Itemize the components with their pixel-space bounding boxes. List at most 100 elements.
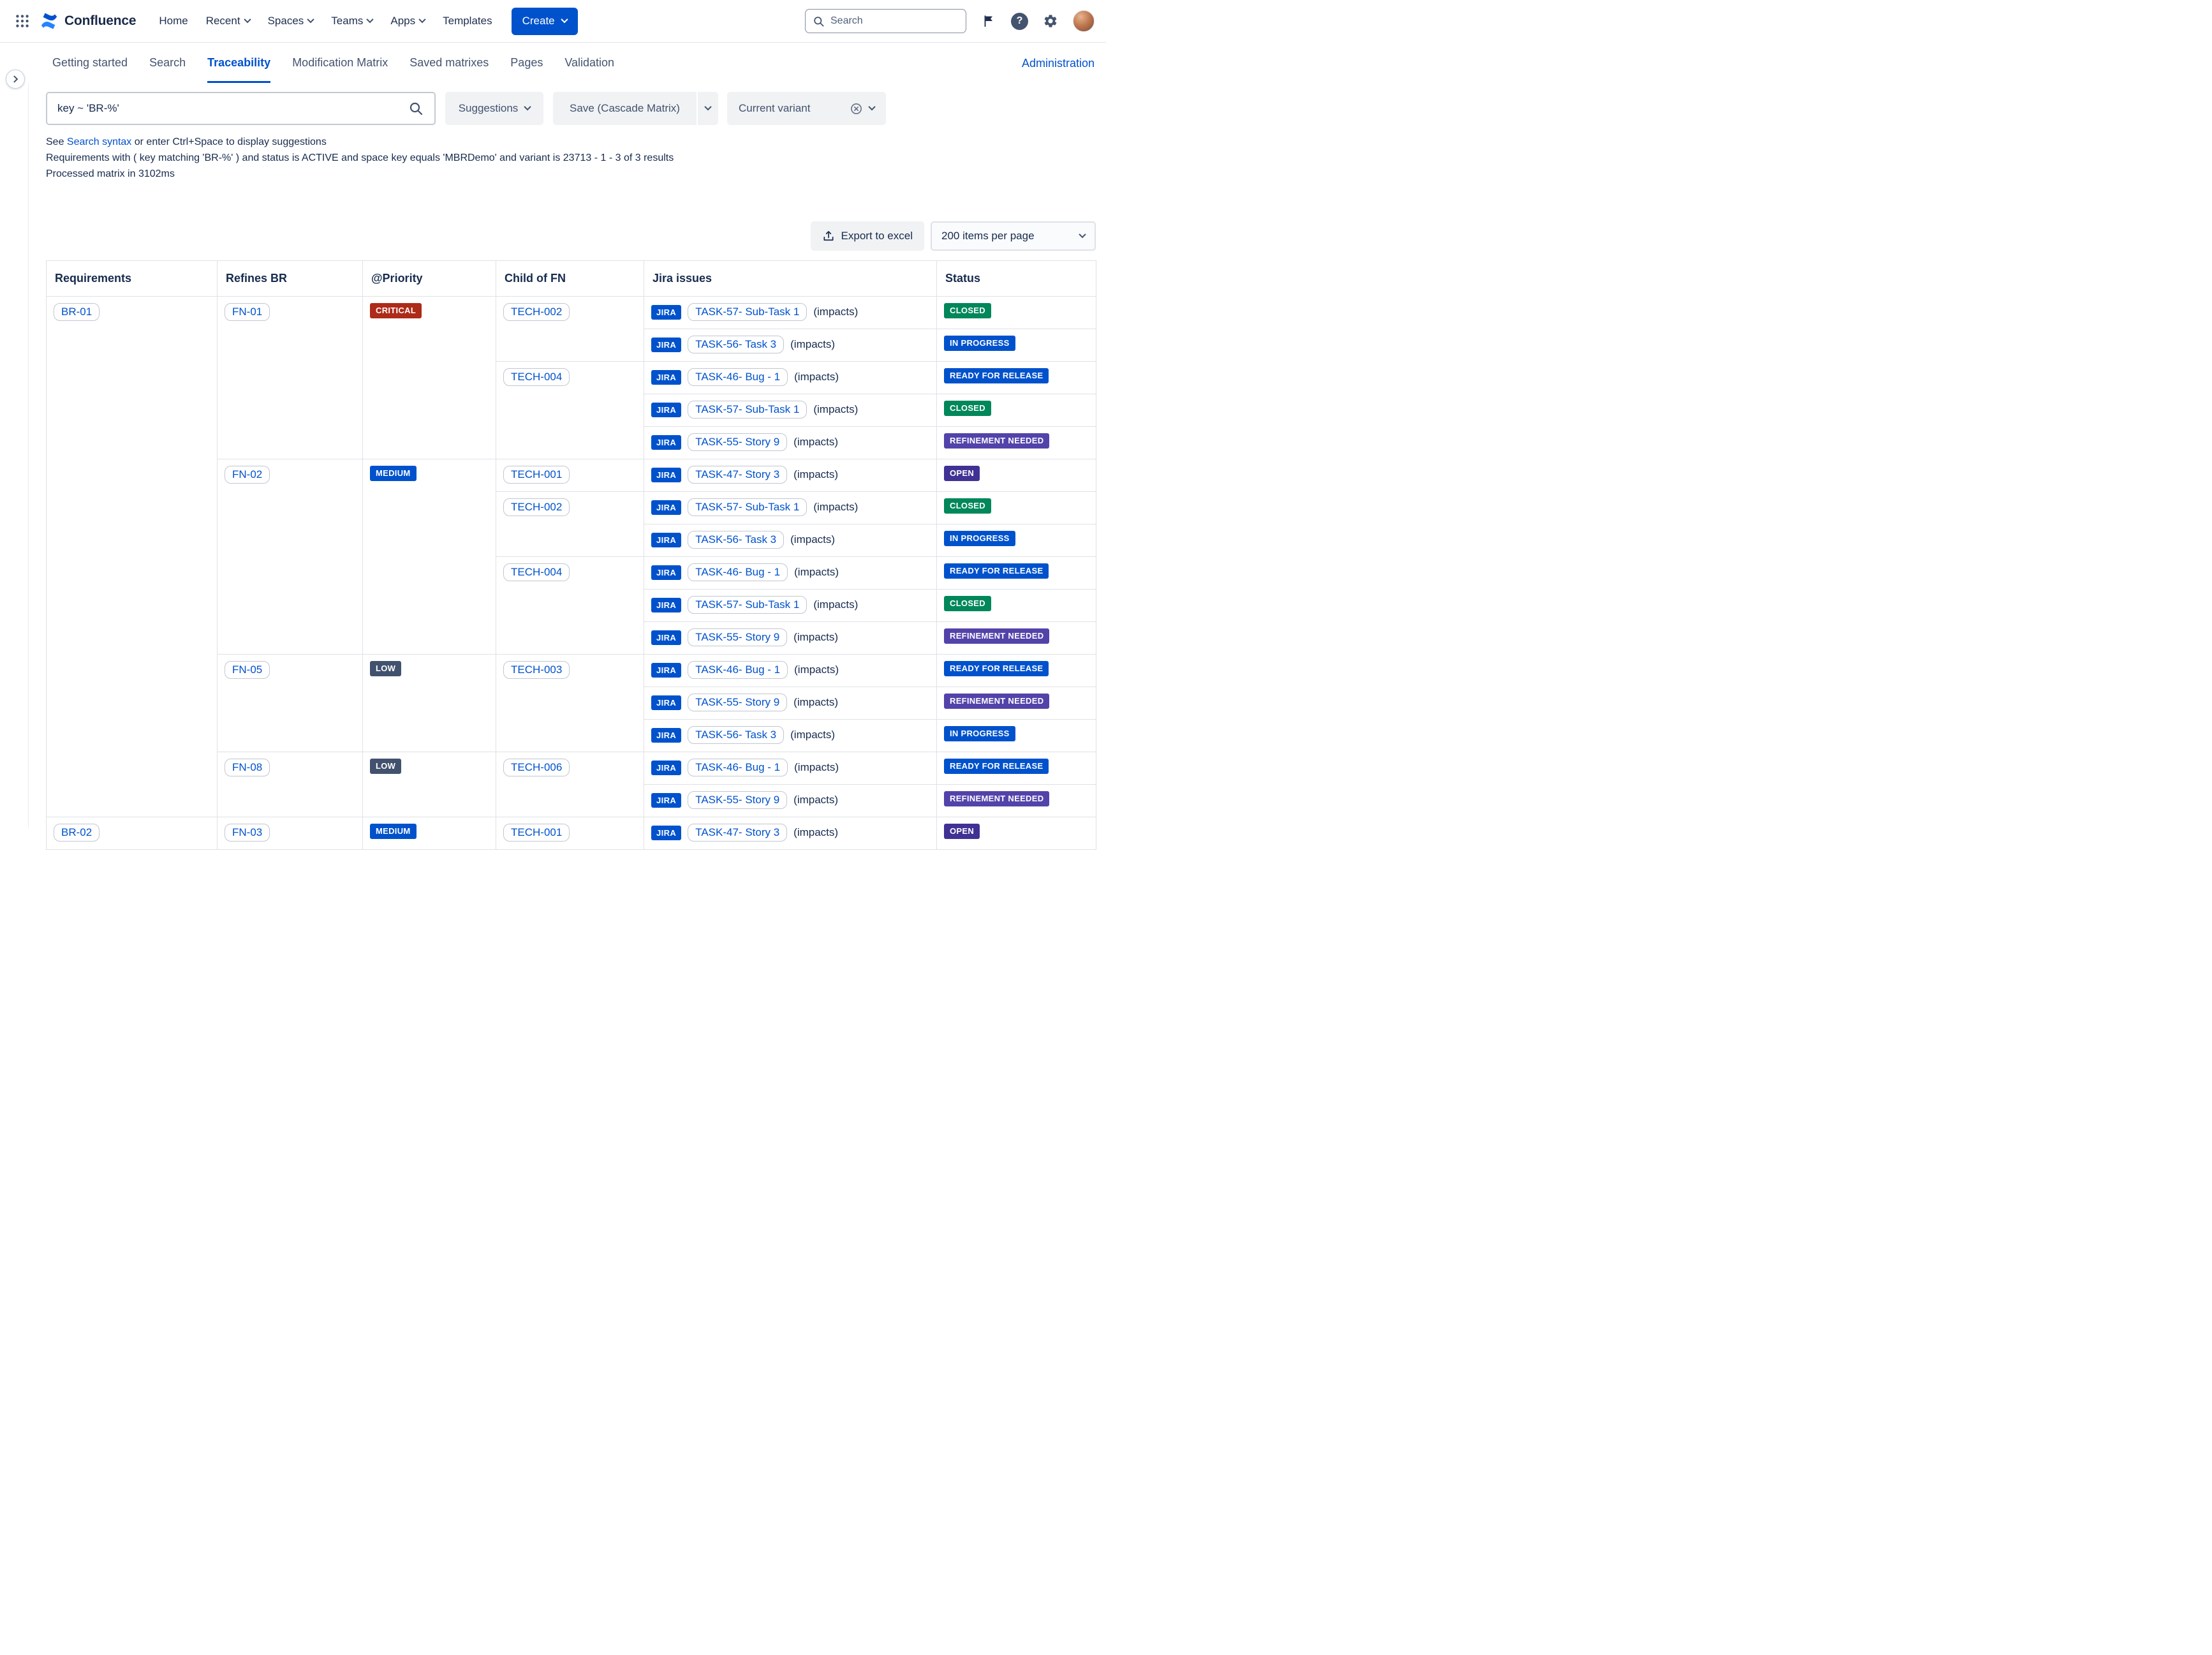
jira-issue-link[interactable]: TASK-56- Task 3: [688, 726, 784, 744]
jira-issue-link[interactable]: TASK-56- Task 3: [688, 531, 784, 549]
clear-icon[interactable]: [850, 103, 862, 115]
jira-badge[interactable]: JIRA: [651, 826, 681, 840]
status-cell: REFINEMENT NEEDED: [937, 427, 1096, 459]
variant-select[interactable]: Current variant: [727, 92, 886, 125]
col-child-of-fn: Child of FN: [496, 261, 644, 297]
refines-cell: FN-08: [218, 752, 363, 817]
jira-issue-link[interactable]: TASK-46- Bug - 1: [688, 368, 788, 386]
jira-badge[interactable]: JIRA: [651, 533, 681, 547]
link-type-label: (impacts): [794, 761, 839, 774]
jira-issue-link[interactable]: TASK-56- Task 3: [688, 336, 784, 353]
jira-badge[interactable]: JIRA: [651, 761, 681, 775]
tech-link[interactable]: TECH-004: [503, 368, 570, 386]
jira-badge[interactable]: JIRA: [651, 598, 681, 612]
administration-link[interactable]: Administration: [1022, 43, 1095, 83]
nav-teams[interactable]: Teams: [322, 0, 381, 43]
jira-badge[interactable]: JIRA: [651, 500, 681, 515]
tab-getting-started[interactable]: Getting started: [52, 43, 128, 83]
requirement-cell: BR-02: [47, 817, 218, 850]
save-options-button[interactable]: [698, 92, 718, 125]
tab-validation[interactable]: Validation: [564, 43, 614, 83]
matrix-row: BR-01 FN-01 CRITICAL TECH-002 JIRA TASK-57- S…: [47, 297, 1096, 329]
chevron-down-icon: [418, 15, 425, 22]
jira-issue-link[interactable]: TASK-55- Story 9: [688, 791, 787, 809]
tech-link[interactable]: TECH-003: [503, 661, 570, 679]
jira-badge[interactable]: JIRA: [651, 565, 681, 580]
page-size-select[interactable]: 200 items per page: [931, 221, 1096, 251]
chevron-down-icon: [307, 15, 314, 22]
chevron-down-icon: [561, 15, 568, 22]
tab-saved-matrixes[interactable]: Saved matrixes: [409, 43, 489, 83]
export-to-excel-button[interactable]: Export to excel: [811, 221, 924, 251]
nav-templates[interactable]: Templates: [434, 0, 501, 43]
settings-gear-icon[interactable]: [1042, 12, 1059, 30]
app-switcher-button[interactable]: [11, 10, 33, 32]
jira-issue-link[interactable]: TASK-55- Story 9: [688, 433, 787, 451]
jira-badge[interactable]: JIRA: [651, 338, 681, 352]
user-avatar[interactable]: [1073, 10, 1095, 32]
requirement-link[interactable]: BR-01: [54, 303, 100, 321]
create-button[interactable]: Create: [512, 8, 578, 35]
fn-link[interactable]: FN-08: [225, 759, 270, 776]
jira-badge[interactable]: JIRA: [651, 370, 681, 385]
jira-badge[interactable]: JIRA: [651, 403, 681, 417]
jira-issue-link[interactable]: TASK-55- Story 9: [688, 628, 787, 646]
jira-badge[interactable]: JIRA: [651, 695, 681, 710]
jira-issue-link[interactable]: TASK-46- Bug - 1: [688, 661, 788, 679]
jira-issue-link[interactable]: TASK-46- Bug - 1: [688, 759, 788, 776]
jira-issues-cell: JIRATASK-46- Bug - 1(impacts): [644, 362, 937, 394]
jira-badge[interactable]: JIRA: [651, 435, 681, 450]
jira-issue-link[interactable]: TASK-57- Sub-Task 1: [688, 498, 807, 516]
flag-icon[interactable]: [980, 12, 998, 30]
jira-issue-link[interactable]: TASK-57- Sub-Task 1: [688, 596, 807, 614]
fn-link[interactable]: FN-03: [225, 824, 270, 842]
priority-badge: CRITICAL: [370, 303, 422, 318]
status-cell: OPEN: [937, 459, 1096, 492]
sidebar-expand-button[interactable]: [6, 70, 25, 89]
jira-issue-link[interactable]: TASK-57- Sub-Task 1: [688, 303, 807, 321]
jira-badge[interactable]: JIRA: [651, 468, 681, 482]
fn-link[interactable]: FN-02: [225, 466, 270, 484]
fn-link[interactable]: FN-05: [225, 661, 270, 679]
nav-recent[interactable]: Recent: [197, 0, 259, 43]
global-search-input[interactable]: [830, 15, 959, 27]
nav-spaces[interactable]: Spaces: [259, 0, 323, 43]
jira-issue-link[interactable]: TASK-55- Story 9: [688, 694, 787, 711]
jira-issue-link[interactable]: TASK-57- Sub-Task 1: [688, 401, 807, 419]
tech-link[interactable]: TECH-002: [503, 303, 570, 321]
requirement-link[interactable]: BR-02: [54, 824, 100, 842]
priority-cell: CRITICAL: [363, 297, 496, 459]
run-search-button[interactable]: [404, 96, 428, 121]
tab-modification-matrix[interactable]: Modification Matrix: [292, 43, 388, 83]
global-search[interactable]: [805, 9, 966, 33]
query-input[interactable]: [57, 102, 404, 115]
search-syntax-link[interactable]: Search syntax: [67, 137, 131, 147]
jira-issue-link[interactable]: TASK-47- Story 3: [688, 466, 787, 484]
help-icon[interactable]: ?: [1011, 13, 1028, 30]
jira-issue-link[interactable]: TASK-47- Story 3: [688, 824, 787, 842]
tab-pages[interactable]: Pages: [510, 43, 543, 83]
jira-badge[interactable]: JIRA: [651, 630, 681, 645]
jira-issues-cell: JIRATASK-46- Bug - 1(impacts): [644, 655, 937, 687]
jira-issue-link[interactable]: TASK-46- Bug - 1: [688, 563, 788, 581]
jira-badge[interactable]: JIRA: [651, 305, 681, 320]
jira-badge[interactable]: JIRA: [651, 663, 681, 678]
tech-link[interactable]: TECH-004: [503, 563, 570, 581]
tab-search[interactable]: Search: [149, 43, 186, 83]
confluence-brand[interactable]: Confluence: [40, 11, 136, 31]
jira-issue: JIRATASK-47- Story 3(impacts): [651, 824, 929, 842]
chevron-down-icon: [244, 15, 251, 22]
tech-link[interactable]: TECH-001: [503, 824, 570, 842]
nav-apps[interactable]: Apps: [381, 0, 434, 43]
top-navigation: Confluence Home Recent Spaces Teams Apps…: [0, 0, 1106, 43]
jira-badge[interactable]: JIRA: [651, 728, 681, 743]
tech-link[interactable]: TECH-001: [503, 466, 570, 484]
tab-traceability[interactable]: Traceability: [207, 43, 270, 83]
jira-badge[interactable]: JIRA: [651, 793, 681, 808]
tech-link[interactable]: TECH-006: [503, 759, 570, 776]
fn-link[interactable]: FN-01: [225, 303, 270, 321]
suggestions-button[interactable]: Suggestions: [445, 92, 543, 125]
tech-link[interactable]: TECH-002: [503, 498, 570, 516]
save-button[interactable]: Save (Cascade Matrix): [553, 92, 697, 125]
nav-home[interactable]: Home: [150, 0, 196, 43]
